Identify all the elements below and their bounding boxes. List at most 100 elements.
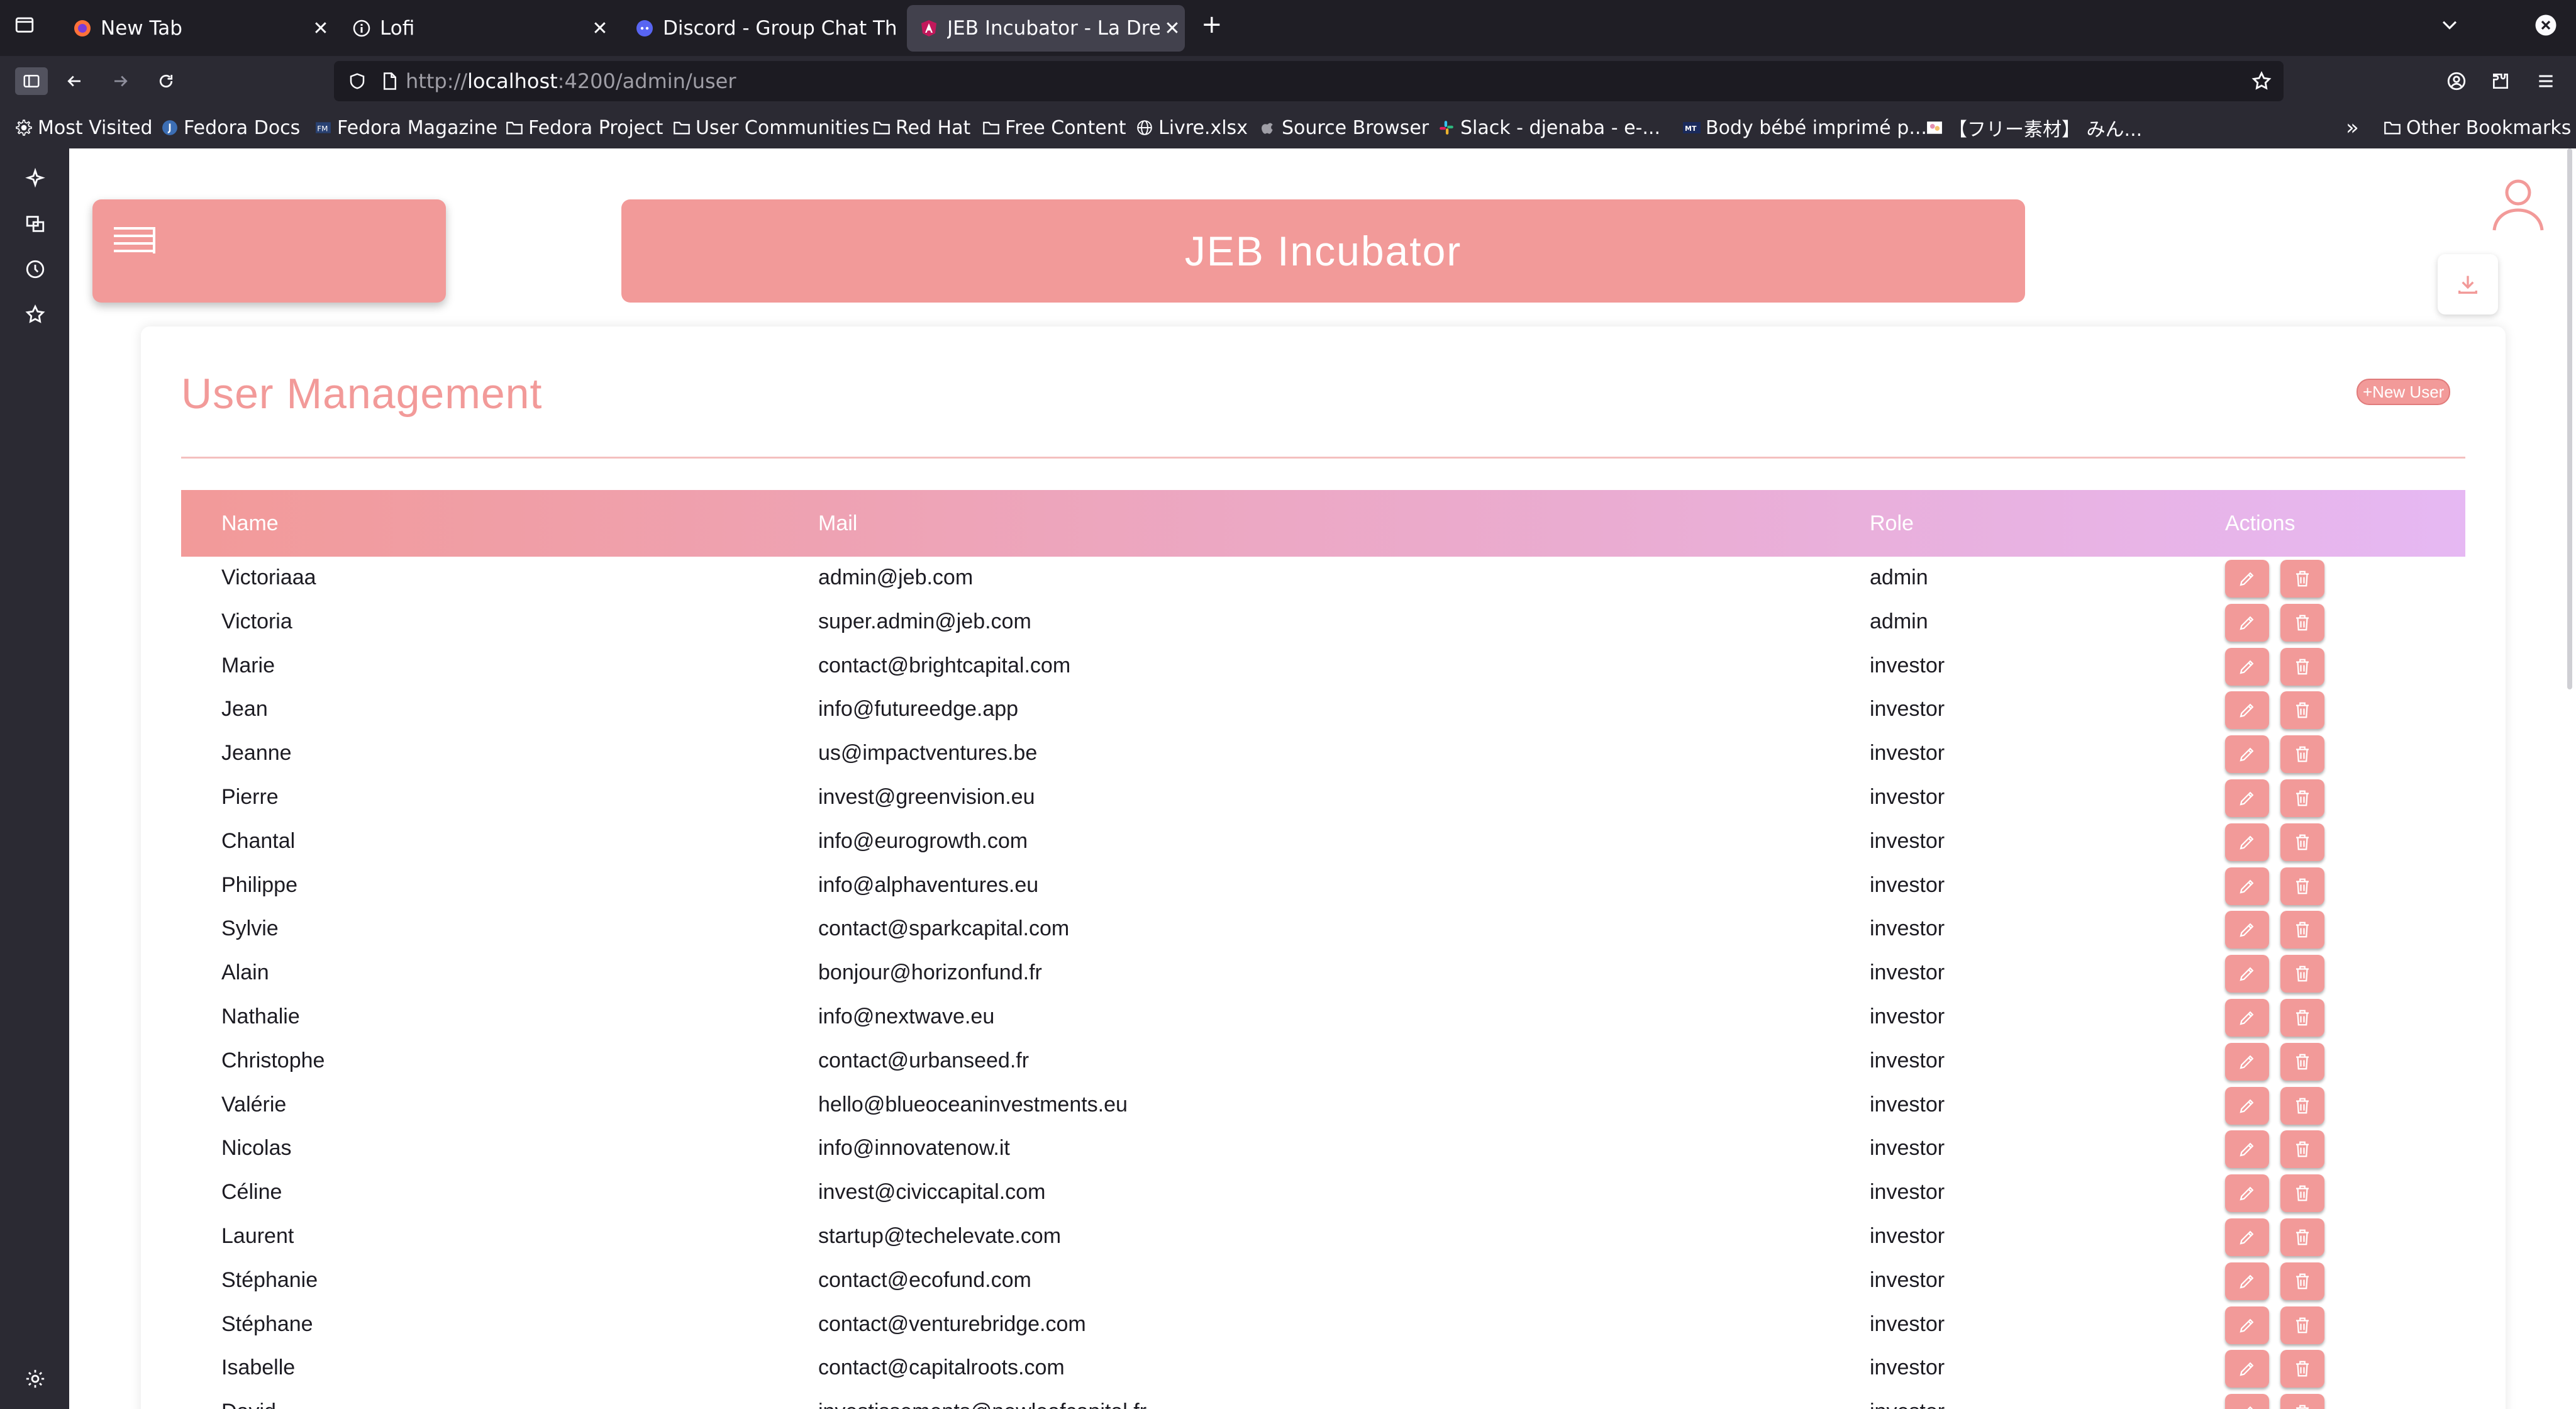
shield-icon[interactable] (348, 72, 367, 91)
bookmark-free-material[interactable]: 【フリー素材】 みん... (1926, 115, 2142, 141)
history-icon[interactable] (23, 257, 48, 282)
delete-button[interactable] (2280, 1306, 2324, 1344)
edit-button[interactable] (2225, 1262, 2269, 1300)
edit-button[interactable] (2225, 911, 2269, 949)
delete-button[interactable] (2280, 1042, 2324, 1081)
delete-button[interactable] (2280, 560, 2324, 598)
delete-button[interactable] (2280, 1394, 2324, 1409)
edit-button[interactable] (2225, 1350, 2269, 1388)
list-all-tabs-icon[interactable] (2439, 14, 2460, 41)
table-row: Valérie hello@blueoceaninvestments.eu inve… (181, 1084, 2465, 1128)
delete-button[interactable] (2280, 647, 2324, 686)
delete-button[interactable] (2280, 1262, 2324, 1300)
user-mail-cell: info@alphaventures.eu (818, 872, 1039, 897)
bookmark-livre-xlsx[interactable]: Livre.xlsx (1136, 115, 1248, 140)
extensions-icon[interactable] (2487, 67, 2514, 95)
edit-button[interactable] (2225, 823, 2269, 861)
ai-chatbot-icon[interactable] (23, 166, 48, 191)
user-name-cell: Philippe (221, 872, 297, 897)
tab-jeb-incubator[interactable]: JEB Incubator - La Drea ✕ (907, 5, 1185, 52)
hamburger-menu-icon[interactable] (113, 223, 157, 261)
tab-lofi[interactable]: Lofi ✕ (340, 5, 613, 52)
edit-button[interactable] (2225, 1218, 2269, 1256)
bookmark-other-bookmarks[interactable]: Other Bookmarks (2384, 115, 2571, 140)
delete-button[interactable] (2280, 735, 2324, 774)
delete-button[interactable] (2280, 1130, 2324, 1169)
delete-button[interactable] (2280, 603, 2324, 642)
edit-button[interactable] (2225, 779, 2269, 817)
edit-button[interactable] (2225, 1394, 2269, 1409)
close-icon[interactable]: ✕ (308, 18, 333, 40)
edit-button[interactable] (2225, 867, 2269, 905)
tab-overview-icon[interactable] (14, 14, 35, 41)
user-profile-icon[interactable] (2488, 174, 2548, 234)
tab-new-tab[interactable]: New Tab ✕ (60, 5, 333, 52)
settings-gear-icon[interactable] (23, 1366, 48, 1391)
tab-discord[interactable]: Discord - Group Chat Th (623, 5, 896, 52)
delete-button[interactable] (2280, 1174, 2324, 1213)
delete-button[interactable] (2280, 955, 2324, 993)
edit-button[interactable] (2225, 1306, 2269, 1344)
user-name-cell: Stéphane (221, 1312, 313, 1336)
edit-button[interactable] (2225, 1042, 2269, 1081)
bookmark-slack[interactable]: Slack - djenaba - e-... (1438, 115, 1660, 140)
user-name-cell: Céline (221, 1180, 282, 1205)
sidebar-toggle-icon[interactable] (15, 67, 48, 95)
edit-button[interactable] (2225, 1130, 2269, 1169)
forward-icon[interactable] (107, 67, 135, 95)
edit-button[interactable] (2225, 955, 2269, 993)
edit-button[interactable] (2225, 560, 2269, 598)
delete-button[interactable] (2280, 1350, 2324, 1388)
close-icon[interactable]: ✕ (1160, 18, 1185, 40)
bookmark-most-visited[interactable]: Most Visited (15, 115, 153, 140)
bookmark-fedora-magazine[interactable]: FM Fedora Magazine (314, 115, 497, 140)
reload-icon[interactable] (152, 67, 180, 95)
page-scrollbar[interactable] (2567, 148, 2572, 689)
new-tab-icon[interactable]: + (1201, 10, 1223, 39)
bookmarks-star-icon[interactable] (23, 302, 48, 327)
bookmark-free-content[interactable]: Free Content (982, 115, 1126, 140)
bookmark-red-hat[interactable]: Red Hat (873, 115, 970, 140)
page-icon[interactable] (382, 72, 398, 91)
table-row: Laurent startup@techelevate.com investor (181, 1215, 2465, 1259)
url-bar[interactable]: http://localhost:4200/admin/user (334, 61, 2284, 101)
edit-button[interactable] (2225, 1174, 2269, 1213)
download-button[interactable] (2438, 254, 2498, 315)
user-name-cell: David (221, 1400, 276, 1409)
bookmark-source-browser[interactable]: Source Browser (1259, 115, 1429, 140)
delete-button[interactable] (2280, 823, 2324, 861)
window-close-icon[interactable] (2534, 14, 2557, 42)
edit-button[interactable] (2225, 1086, 2269, 1125)
delete-button[interactable] (2280, 911, 2324, 949)
table-row: Alain bonjour@horizonfund.fr investor (181, 952, 2465, 996)
delete-button[interactable] (2280, 998, 2324, 1037)
edit-button[interactable] (2225, 603, 2269, 642)
user-role-cell: investor (1870, 961, 1945, 985)
close-icon[interactable]: ✕ (587, 18, 613, 40)
bookmark-fedora-project[interactable]: Fedora Project (506, 115, 663, 140)
bookmark-star-icon[interactable] (2251, 70, 2272, 92)
synced-tabs-icon[interactable] (23, 211, 48, 237)
delete-button[interactable] (2280, 1218, 2324, 1256)
delete-button[interactable] (2280, 691, 2324, 730)
back-icon[interactable] (60, 67, 88, 95)
url-text[interactable]: http://localhost:4200/admin/user (406, 69, 736, 93)
bookmark-user-communities[interactable]: User Communities (673, 115, 869, 140)
more-bookmarks-icon[interactable]: » (2346, 115, 2359, 140)
edit-button[interactable] (2225, 647, 2269, 686)
edit-button[interactable] (2225, 998, 2269, 1037)
new-user-button[interactable]: +New User (2357, 379, 2451, 405)
bookmark-body-bebe[interactable]: MT Body bébé imprimé p... (1683, 115, 1927, 140)
account-icon[interactable] (2443, 67, 2470, 95)
table-row: Sylvie contact@sparkcapital.com investor (181, 908, 2465, 952)
bookmark-fedora-docs[interactable]: Fedora Docs (161, 115, 300, 140)
table-row: Nicolas info@innovatenow.it investor (181, 1127, 2465, 1171)
delete-button[interactable] (2280, 867, 2324, 905)
edit-button[interactable] (2225, 691, 2269, 730)
delete-button[interactable] (2280, 1086, 2324, 1125)
user-table-body: Victoriaaa admin@jeb.com admin Victoria supe… (181, 557, 2465, 1409)
edit-button[interactable] (2225, 735, 2269, 774)
delete-button[interactable] (2280, 779, 2324, 817)
trash-icon (2294, 701, 2311, 720)
menu-icon[interactable] (2532, 67, 2560, 95)
